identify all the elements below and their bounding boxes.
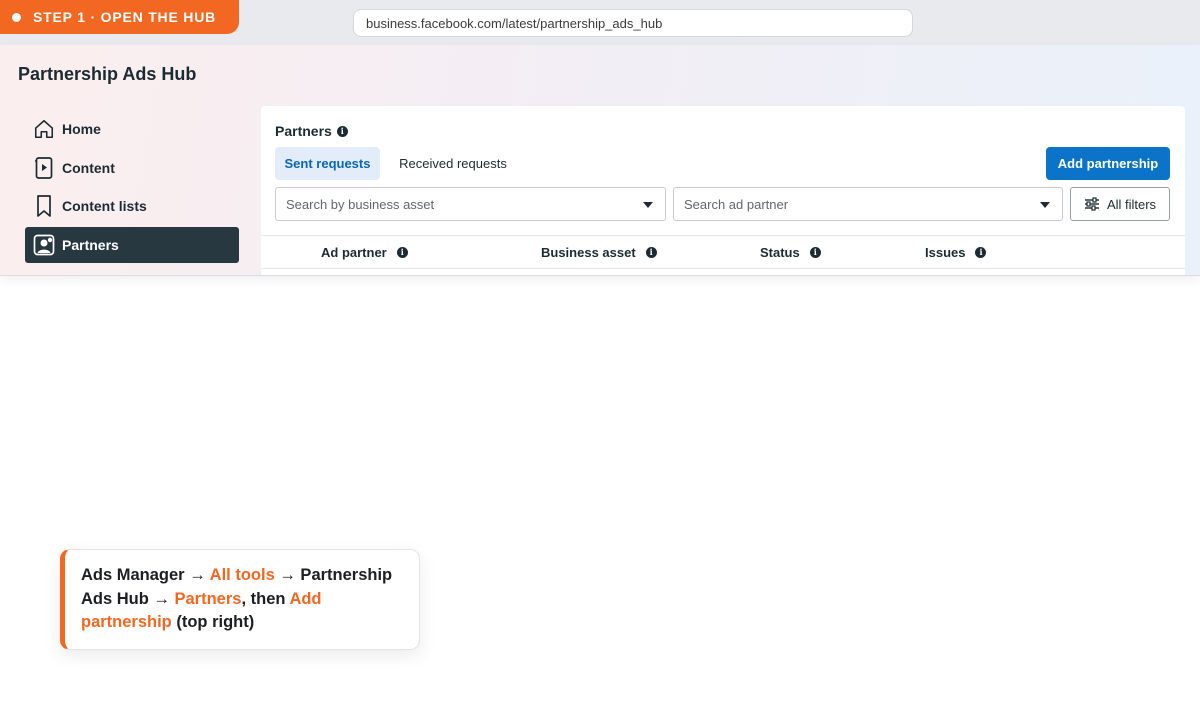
dot-icon — [12, 12, 21, 22]
column-label: Ad partner — [321, 244, 387, 260]
callout-text: , then — [241, 589, 290, 608]
sidebar-item-content[interactable]: Content — [25, 150, 239, 186]
browser-bar: STEP 1 · OPEN THE HUB business.facebook.… — [0, 0, 1200, 45]
column-header-status[interactable]: Status i — [760, 236, 821, 268]
tab-received-requests[interactable]: Received requests — [389, 147, 517, 180]
bookmark-icon — [33, 193, 55, 219]
caret-down-icon — [643, 202, 653, 208]
step-badge: STEP 1 · OPEN THE HUB — [0, 0, 239, 34]
instruction-callout: Ads Manager → All tools → Partnership Ad… — [60, 549, 420, 650]
sidebar-item-content-lists[interactable]: Content lists — [25, 188, 239, 224]
info-icon[interactable]: i — [336, 125, 348, 137]
sliders-icon — [1084, 197, 1100, 211]
callout-text: (top right) — [171, 613, 255, 631]
sidebar-item-label: Content — [62, 159, 115, 176]
all-filters-label: All filters — [1106, 196, 1157, 212]
info-icon[interactable]: i — [975, 246, 987, 258]
app-window: Partnership Ads Hub Home Content Content… — [0, 45, 1200, 276]
ad-partner-search[interactable]: Search ad partner — [673, 187, 1063, 221]
step-badge-label: STEP 1 · OPEN THE HUB — [33, 9, 217, 25]
business-asset-search[interactable]: Search by business asset — [275, 187, 666, 221]
partners-icon — [33, 232, 55, 258]
sidebar-item-partners[interactable]: Partners — [25, 226, 239, 263]
ad-partner-placeholder: Search ad partner — [684, 196, 789, 212]
partners-heading: Partners — [275, 123, 332, 139]
sidebar-item-label: Partners — [62, 236, 119, 253]
column-label: Status — [760, 244, 800, 260]
sidebar-item-label: Home — [62, 121, 101, 137]
info-icon[interactable]: i — [396, 246, 408, 258]
callout-text: Ads Manager → — [81, 566, 210, 584]
business-asset-placeholder: Search by business asset — [286, 196, 435, 212]
table-header: Ad partner i Business asset i Status i I… — [261, 235, 1185, 269]
column-header-issues[interactable]: Issues i — [925, 236, 987, 268]
tab-sent-requests[interactable]: Sent requests — [275, 147, 380, 180]
content-icon — [33, 155, 55, 181]
app-title: Partnership Ads Hub — [18, 64, 197, 84]
address-bar[interactable]: business.facebook.com/latest/partnership… — [353, 9, 913, 37]
partners-panel: Partners i Sent requests Received reques… — [261, 106, 1185, 275]
column-label: Business asset — [541, 244, 636, 260]
column-label: Issues — [925, 244, 966, 260]
home-icon — [33, 116, 55, 142]
column-header-business-asset[interactable]: Business asset i — [541, 236, 657, 268]
info-icon[interactable]: i — [809, 246, 821, 258]
info-icon[interactable]: i — [645, 246, 657, 258]
sidebar-item-label: Content lists — [62, 198, 147, 214]
page-title: Partners i — [275, 123, 348, 139]
sidebar: Home Content Content lists Partners — [25, 111, 239, 265]
url-text: business.facebook.com/latest/partnership… — [366, 15, 663, 31]
caret-down-icon — [1040, 202, 1050, 208]
callout-highlight: All tools — [209, 566, 275, 584]
all-filters-button[interactable]: All filters — [1070, 187, 1170, 221]
column-header-ad-partner[interactable]: Ad partner i — [321, 236, 408, 268]
sidebar-item-home[interactable]: Home — [25, 111, 239, 147]
callout-highlight: Partners — [174, 589, 242, 608]
add-partnership-button[interactable]: Add partnership — [1046, 147, 1170, 180]
